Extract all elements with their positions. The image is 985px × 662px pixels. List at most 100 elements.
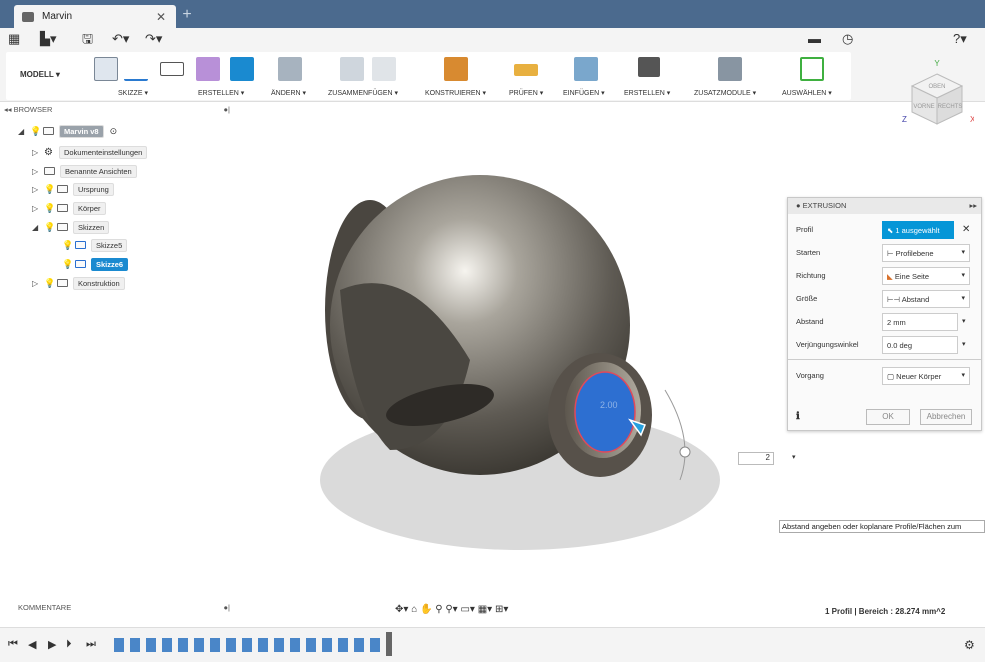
- taper-angle-field[interactable]: 0.0 deg: [882, 336, 958, 354]
- ribbon-group-pruefen[interactable]: PRÜFEN ▾: [509, 89, 543, 97]
- info-icon[interactable]: ℹ: [796, 411, 800, 422]
- distance-dropdown-icon[interactable]: ▾: [792, 453, 796, 461]
- viewports-icon[interactable]: ⊞▾: [495, 604, 508, 615]
- extrude-icon[interactable]: [230, 57, 254, 81]
- redo-icon[interactable]: ↷▾: [145, 31, 162, 47]
- ribbon-group-zusammenfuegen[interactable]: ZUSAMMENFÜGEN ▾: [328, 89, 398, 97]
- tree-item-label[interactable]: Skizzen: [73, 220, 110, 234]
- visibility-bulb-icon[interactable]: 💡: [44, 203, 55, 213]
- ribbon-group-skizze[interactable]: SKIZZE ▾: [118, 89, 148, 97]
- tree-item-konstruktion[interactable]: ▷ 💡 Konstruktion: [32, 276, 125, 290]
- select-icon[interactable]: [800, 57, 824, 81]
- selected-profile[interactable]: [574, 371, 636, 453]
- comments-pin-icon[interactable]: ●|: [224, 603, 230, 612]
- ribbon-group-zusatzmodule[interactable]: ZUSATZMODULE ▾: [694, 89, 756, 97]
- scripts-icon[interactable]: [718, 57, 742, 81]
- taper-handle[interactable]: [679, 446, 691, 458]
- ribbon-group-erstellen-2[interactable]: ERSTELLEN ▾: [624, 89, 670, 97]
- line-icon[interactable]: [124, 57, 148, 81]
- extent-select[interactable]: ⊢⊣ Abstand ▾: [882, 290, 970, 308]
- tree-item-label[interactable]: Dokumenteinstellungen: [58, 145, 148, 159]
- expand-icon[interactable]: ◢: [18, 127, 30, 136]
- clear-selection-icon[interactable]: ✕: [962, 224, 970, 235]
- rectangle-icon[interactable]: [160, 62, 184, 76]
- direction-select[interactable]: ◣ Eine Seite ▾: [882, 267, 970, 285]
- form-icon[interactable]: [196, 57, 220, 81]
- expand-icon[interactable]: ▷: [32, 148, 44, 157]
- tree-item-label[interactable]: Ursprung: [73, 182, 114, 196]
- zoom-icon[interactable]: ⚲: [435, 604, 442, 615]
- ribbon-group-aendern[interactable]: ÄNDERN ▾: [271, 89, 306, 97]
- ribbon-group-erstellen[interactable]: ERSTELLEN ▾: [198, 89, 244, 97]
- joint-icon[interactable]: [372, 57, 396, 81]
- tree-item-skizzen[interactable]: ◢ 💡 Skizzen: [32, 220, 110, 234]
- tree-item-skizze6[interactable]: 💡 Skizze6: [62, 257, 129, 271]
- ribbon-group-einfuegen[interactable]: EINFÜGEN ▾: [563, 89, 605, 97]
- offset-plane-icon[interactable]: [444, 57, 468, 81]
- distance-field[interactable]: 2 mm: [882, 313, 958, 331]
- tree-item-benannte-ansichten[interactable]: ▷ Benannte Ansichten: [32, 164, 137, 178]
- ok-button[interactable]: OK: [866, 409, 910, 425]
- notifications-icon[interactable]: ▬: [808, 31, 821, 47]
- file-menu-icon[interactable]: ▙▾: [40, 31, 57, 47]
- distance-input[interactable]: 2: [738, 452, 774, 465]
- tree-item-skizze5[interactable]: 💡 Skizze5: [62, 238, 128, 252]
- cancel-button[interactable]: Abbrechen: [920, 409, 972, 425]
- collapse-browser-icon[interactable]: ◂◂: [4, 105, 14, 114]
- tree-root[interactable]: ◢ 💡 Marvin v8 ⊙: [18, 124, 117, 138]
- look-at-icon[interactable]: ⌂: [411, 604, 417, 615]
- timeline-settings-icon[interactable]: ⚙: [964, 638, 975, 652]
- tree-item-label[interactable]: Skizze6: [91, 257, 129, 271]
- timeline-features[interactable]: [114, 638, 384, 652]
- model-viewport[interactable]: 2.00: [300, 150, 720, 590]
- tree-item-label[interactable]: Konstruktion: [73, 276, 125, 290]
- start-select[interactable]: ⊢ Profilebene ▾: [882, 244, 970, 262]
- expand-dialog-icon[interactable]: ▸▸: [969, 201, 977, 210]
- visibility-bulb-icon[interactable]: 💡: [44, 222, 55, 232]
- go-to-start-icon[interactable]: ⏮: [8, 638, 18, 651]
- expand-icon[interactable]: ▷: [32, 279, 44, 288]
- timeline-marker[interactable]: [386, 632, 392, 656]
- visibility-bulb-icon[interactable]: 💡: [44, 184, 55, 194]
- new-tab-button[interactable]: +: [178, 6, 196, 24]
- play-icon[interactable]: ▶: [48, 638, 56, 651]
- create-sketch-icon[interactable]: [94, 57, 118, 81]
- pan-icon[interactable]: ✋: [420, 604, 432, 615]
- expand-icon[interactable]: ▷: [32, 204, 44, 213]
- tree-item-koerper[interactable]: ▷ 💡 Körper: [32, 201, 106, 215]
- fit-icon[interactable]: ⚲▾: [445, 604, 457, 615]
- ribbon-group-auswaehlen[interactable]: AUSWÄHLEN ▾: [782, 89, 832, 97]
- tree-item-ursprung[interactable]: ▷ 💡 Ursprung: [32, 182, 114, 196]
- viewcube[interactable]: OBEN VORNE RECHTS Y X Z: [900, 60, 974, 134]
- distance-input-widget[interactable]: 2 ▾: [724, 452, 804, 466]
- undo-icon[interactable]: ↶▾: [112, 31, 129, 47]
- visibility-bulb-icon[interactable]: 💡: [62, 240, 73, 250]
- tree-root-label[interactable]: Marvin v8: [59, 124, 104, 138]
- tree-item-label[interactable]: Skizze5: [91, 238, 128, 252]
- expand-icon[interactable]: ▷: [32, 167, 44, 176]
- activate-radio-icon[interactable]: ⊙: [110, 126, 118, 137]
- comments-panel[interactable]: KOMMENTARE ●|: [4, 603, 236, 619]
- browser-header[interactable]: ◂◂ BROWSER ●|: [4, 105, 236, 119]
- chevron-down-icon[interactable]: ▾: [962, 340, 966, 348]
- tree-item-label[interactable]: Benannte Ansichten: [60, 164, 137, 178]
- go-to-end-icon[interactable]: ⏭: [86, 638, 96, 651]
- visibility-bulb-icon[interactable]: 💡: [44, 278, 55, 288]
- workspace-selector[interactable]: MODELL ▾: [20, 70, 60, 79]
- operation-select[interactable]: ▢ Neuer Körper ▾: [882, 367, 970, 385]
- extrusion-header[interactable]: ● EXTRUSION ▸▸: [788, 198, 981, 214]
- collapse-icon[interactable]: ◢: [32, 223, 44, 232]
- press-pull-icon[interactable]: [278, 57, 302, 81]
- insert-image-icon[interactable]: [574, 57, 598, 81]
- ribbon-group-konstruieren[interactable]: KONSTRUIEREN ▾: [425, 89, 486, 97]
- tree-item-dokumenteinstellungen[interactable]: ▷ ⚙ Dokumenteinstellungen: [32, 145, 148, 159]
- grid-icon[interactable]: ▦▾: [478, 604, 492, 615]
- orbit-icon[interactable]: ✥▾: [395, 604, 408, 615]
- visibility-bulb-icon[interactable]: 💡: [62, 259, 73, 269]
- chevron-down-icon[interactable]: ▾: [962, 317, 966, 325]
- profile-selection-button[interactable]: ⬉ 1 ausgewählt: [882, 221, 954, 239]
- grid-menu-icon[interactable]: ▦: [8, 31, 20, 47]
- display-settings-icon[interactable]: ▭▾: [460, 604, 474, 615]
- save-icon[interactable]: 🖫: [82, 31, 93, 47]
- history-icon[interactable]: ◷: [842, 31, 853, 47]
